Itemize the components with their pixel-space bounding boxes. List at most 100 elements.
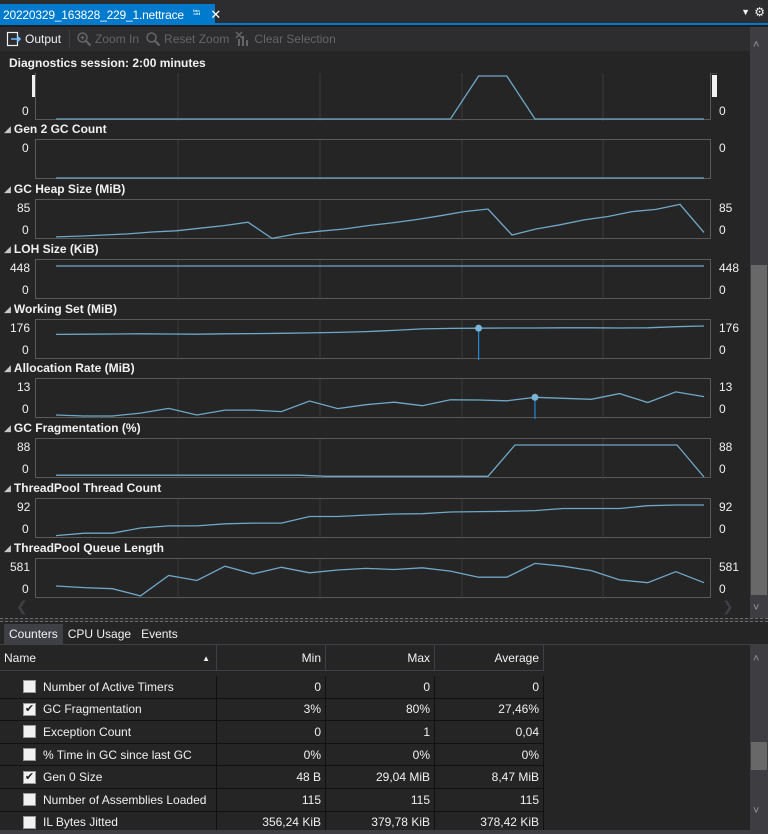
tab-cpu-usage[interactable]: CPU Usage bbox=[63, 624, 136, 644]
table-row[interactable]: Number of Active Timers 0 0 0 bbox=[0, 676, 544, 699]
column-header-max[interactable]: Max bbox=[326, 645, 435, 671]
chart-title[interactable]: ◢ Allocation Rate (MiB) bbox=[4, 361, 135, 375]
average-cell: 0% bbox=[435, 743, 544, 766]
series-line bbox=[55, 391, 705, 417]
tab-dropdown-icon[interactable]: ▼ bbox=[741, 7, 750, 17]
counter-checkbox-checked[interactable]: ✔ bbox=[23, 702, 36, 716]
scrollbar-thumb[interactable] bbox=[751, 265, 767, 595]
selected-data-point bbox=[475, 324, 483, 332]
table-row[interactable]: Exception Count 0 1 0,04 bbox=[0, 721, 544, 744]
chart-title-label: LOH Size (KiB) bbox=[13, 242, 99, 256]
y-axis-label: 176 bbox=[719, 321, 740, 335]
y-axis-label: 0 bbox=[22, 104, 29, 118]
charts-vertical-scrollbar[interactable]: ˄ ˅ bbox=[750, 27, 768, 619]
chart-plot-6[interactable] bbox=[35, 438, 711, 479]
counter-checkbox-checked[interactable]: ✔ bbox=[23, 770, 36, 784]
gear-icon[interactable]: ⚙ bbox=[754, 5, 765, 19]
chart-plot-7[interactable] bbox=[35, 498, 711, 539]
min-cell: 48 B bbox=[217, 766, 326, 788]
counter-checkbox[interactable] bbox=[23, 725, 36, 739]
chart-title[interactable]: ◢ Gen 2 GC Count bbox=[4, 122, 107, 136]
chevron-up-icon[interactable]: ˄ bbox=[753, 39, 759, 51]
max-cell: 0% bbox=[326, 743, 435, 766]
scroll-left-icon[interactable]: ❮ bbox=[16, 598, 28, 615]
chevron-down-icon[interactable]: ˅ bbox=[753, 602, 759, 614]
chart-title[interactable]: ◢ GC Fragmentation (%) bbox=[4, 421, 141, 435]
chart-title-label: Allocation Rate (MiB) bbox=[13, 361, 135, 375]
table-vertical-scrollbar[interactable]: ˄ ˅ bbox=[750, 645, 768, 830]
column-header-min[interactable]: Min bbox=[217, 645, 326, 671]
scroll-right-icon[interactable]: ❯ bbox=[722, 598, 734, 615]
chart-plot-5[interactable] bbox=[35, 378, 711, 419]
selected-data-point bbox=[531, 393, 539, 401]
y-axis-label: 448 bbox=[10, 261, 31, 275]
counter-checkbox[interactable] bbox=[23, 793, 36, 807]
collapse-triangle-icon[interactable]: ◢ bbox=[4, 483, 11, 494]
y-axis-label: 448 bbox=[719, 261, 740, 275]
output-button[interactable]: Output bbox=[6, 31, 61, 47]
counter-checkbox[interactable] bbox=[23, 748, 36, 762]
horizontal-scrollbar[interactable] bbox=[0, 830, 768, 834]
chevron-down-icon[interactable]: ˅ bbox=[753, 805, 759, 817]
y-axis-label: 176 bbox=[10, 321, 31, 335]
y-axis-label: 85 bbox=[17, 201, 31, 215]
collapse-triangle-icon[interactable]: ◢ bbox=[4, 304, 11, 315]
zoom-in-button[interactable]: Zoom In bbox=[76, 31, 139, 47]
collapse-triangle-icon[interactable]: ◢ bbox=[4, 244, 11, 255]
column-header-name[interactable]: Name ▲ bbox=[0, 645, 217, 671]
counter-name-cell: % Time in GC since last GC bbox=[0, 743, 217, 766]
scrollbar-thumb[interactable] bbox=[751, 742, 767, 770]
bottom-tab-strip: Counters CPU Usage Events bbox=[0, 622, 768, 645]
counter-name: Number of Assemblies Loaded bbox=[43, 792, 207, 807]
series-line bbox=[55, 203, 705, 240]
document-tab-strip: 20220329_163828_229_1.nettrace ⭾ ✕ ▼ ⚙ bbox=[0, 0, 768, 25]
clear-selection-button[interactable]: Clear Selection bbox=[235, 31, 336, 47]
chart-title[interactable]: ◢ ThreadPool Queue Length bbox=[4, 541, 164, 555]
tab-events[interactable]: Events bbox=[136, 624, 183, 644]
chart-title[interactable]: ◢ Working Set (MiB) bbox=[4, 302, 117, 316]
counter-name: GC Fragmentation bbox=[43, 702, 142, 717]
table-row[interactable]: ✔ Gen 0 Size 48 B 29,04 MiB 8,47 MiB bbox=[0, 766, 544, 789]
toolbar-separator bbox=[69, 30, 71, 48]
tab-counters[interactable]: Counters bbox=[4, 624, 63, 644]
chart-plot-1[interactable] bbox=[35, 139, 711, 180]
chart-title-label: GC Fragmentation (%) bbox=[13, 421, 141, 435]
chart-plot-2[interactable] bbox=[35, 199, 711, 240]
series-line bbox=[56, 75, 704, 120]
column-header-name-label: Name bbox=[4, 651, 37, 665]
y-axis-label: 0 bbox=[719, 582, 726, 596]
counters-chart-panel[interactable]: 25s 50s 1:15min 1:40min 00◢Gen 2 GC Coun… bbox=[0, 73, 750, 618]
y-axis-label: 581 bbox=[719, 560, 740, 574]
counter-name-cell: Exception Count bbox=[0, 721, 217, 743]
table-row[interactable]: Number of Assemblies Loaded 115 115 115 bbox=[0, 788, 544, 812]
chart-plot-3[interactable] bbox=[35, 259, 711, 300]
pin-icon[interactable]: ⭾ bbox=[193, 6, 201, 23]
session-duration: Diagnostics session: 2:00 minutes bbox=[0, 51, 750, 73]
collapse-triangle-icon[interactable]: ◢ bbox=[4, 543, 11, 554]
chart-title[interactable]: ◢ GC Heap Size (MiB) bbox=[4, 182, 125, 196]
reset-zoom-button[interactable]: Reset Zoom bbox=[145, 31, 229, 47]
table-row[interactable]: % Time in GC since last GC 0% 0% 0% bbox=[0, 743, 544, 767]
max-cell: 0 bbox=[326, 676, 435, 698]
document-tab[interactable]: 20220329_163828_229_1.nettrace ⭾ ✕ bbox=[0, 4, 221, 25]
chart-plot-8[interactable] bbox=[35, 558, 711, 599]
table-row[interactable]: ✔ GC Fragmentation 3% 80% 27,46% bbox=[0, 698, 544, 722]
chart-title[interactable]: ◢ ThreadPool Thread Count bbox=[4, 481, 161, 495]
counter-checkbox[interactable] bbox=[23, 815, 36, 829]
chart-title[interactable]: ◢ LOH Size (KiB) bbox=[4, 242, 99, 256]
y-axis-label: 92 bbox=[17, 500, 31, 514]
timeline-end-handle[interactable] bbox=[712, 75, 717, 97]
chart-plot-4[interactable] bbox=[35, 319, 711, 360]
chart-canvas bbox=[55, 200, 705, 240]
chart-plot-0[interactable] bbox=[35, 73, 711, 121]
counter-name-cell: Number of Active Timers bbox=[0, 676, 217, 698]
collapse-triangle-icon[interactable]: ◢ bbox=[4, 184, 11, 195]
collapse-triangle-icon[interactable]: ◢ bbox=[4, 423, 11, 434]
chevron-up-icon[interactable]: ˄ bbox=[753, 653, 759, 665]
document-tab-title: 20220329_163828_229_1.nettrace bbox=[3, 7, 184, 22]
collapse-triangle-icon[interactable]: ◢ bbox=[4, 363, 11, 374]
collapse-triangle-icon[interactable]: ◢ bbox=[4, 124, 11, 135]
column-header-average[interactable]: Average bbox=[435, 645, 544, 671]
close-icon[interactable]: ✕ bbox=[210, 7, 221, 23]
counter-checkbox[interactable] bbox=[23, 680, 36, 694]
